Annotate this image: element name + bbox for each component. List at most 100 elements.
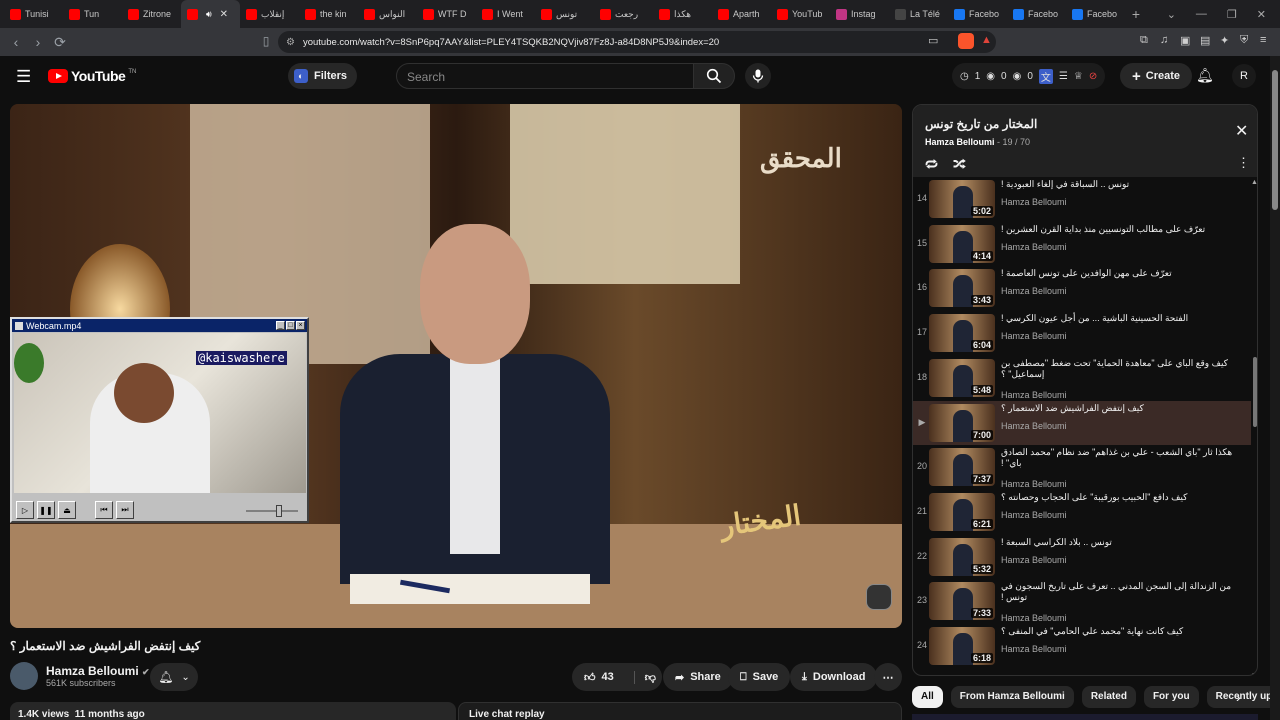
playlist-item[interactable]: 14 5:02 تونس .. السباقة في إلغاء العبودية … [913, 177, 1251, 221]
browser-tab[interactable]: Instag [830, 0, 889, 28]
playlist-item-title[interactable]: كيف وقع الباي على "معاهدة الحماية" تحت ض… [1001, 358, 1241, 380]
hamburger-menu-icon[interactable]: ☰ [16, 67, 31, 87]
live-chat-replay[interactable]: Live chat replay [458, 702, 902, 720]
leo-icon[interactable]: ✦ [1220, 34, 1229, 47]
browser-tab[interactable]: Tun [63, 0, 122, 28]
browser-tab[interactable]: تونس [535, 0, 594, 28]
filter-chip[interactable]: Related [1081, 686, 1136, 708]
tab-search-icon[interactable]: ⌄ [1167, 8, 1176, 21]
playlist-item[interactable]: 18 5:48 كيف وقع الباي على "معاهدة الحماية"… [913, 356, 1251, 400]
filter-chip[interactable]: For you [1143, 686, 1199, 708]
browser-tab[interactable]: Aparth [712, 0, 771, 28]
eject-icon[interactable]: ⏏ [58, 501, 76, 519]
playlist-item-thumbnail[interactable]: 5:32 [929, 537, 995, 576]
extensions-icon[interactable]: ⧉ [1140, 34, 1148, 47]
wallet-icon[interactable]: ▤ [1200, 34, 1210, 47]
browser-tab[interactable]: Tunisi [4, 0, 63, 28]
shuffle-icon[interactable]: 🔀︎ [953, 155, 966, 174]
create-button[interactable]: + Create [1120, 63, 1193, 89]
voice-search-button[interactable] [745, 63, 771, 89]
playlist-item-thumbnail[interactable]: 6:04 [929, 314, 995, 353]
browser-menu-icon[interactable]: ≡ [1260, 34, 1266, 46]
vpn-icon[interactable]: ⛨ [1240, 34, 1248, 47]
playlist-item-thumbnail[interactable]: 7:00 [929, 403, 995, 442]
browser-tab[interactable]: 🔊︎ ✕ [181, 0, 240, 28]
playlist-item-thumbnail[interactable]: 5:48 [929, 358, 995, 397]
brave-shield-icon[interactable] [958, 33, 974, 49]
minimize-window-icon[interactable]: — [1196, 8, 1207, 21]
channel-info[interactable]: Hamza Belloumi ✔ 561K subscribers [10, 662, 150, 690]
url-bar[interactable]: ⚙ youtube.com/watch?v=8SnP6pq7AAY&list=P… [278, 31, 996, 53]
account-avatar[interactable]: R [1232, 64, 1256, 88]
playlist-item-title[interactable]: الفتحة الحسينية الباشية ... من أجل عيون … [1001, 313, 1241, 324]
playlist-item-thumbnail[interactable]: 4:14 [929, 224, 995, 263]
browser-tab[interactable]: رجعت [594, 0, 653, 28]
playlist-item-thumbnail[interactable]: 6:21 [929, 492, 995, 531]
youtube-logo[interactable]: YouTube TN [48, 68, 136, 84]
channel-name[interactable]: Hamza Belloumi ✔ [46, 664, 150, 678]
playlist-scrollbar[interactable]: ▲ ▼ [1251, 177, 1257, 675]
new-tab-button[interactable]: + [1125, 6, 1147, 22]
browser-tab[interactable]: La Télé [889, 0, 948, 28]
browser-tab[interactable]: Facebo [1007, 0, 1066, 28]
browser-tab[interactable]: WTF D [417, 0, 476, 28]
volume-slider-thumb[interactable] [276, 505, 282, 517]
chevron-right-icon[interactable]: › [1236, 689, 1241, 705]
save-button[interactable]: ⎕ Save [728, 663, 791, 691]
restore-window-icon[interactable]: ❐ [1227, 8, 1237, 21]
notifications-bell-icon[interactable]: 🔔︎ [1196, 67, 1214, 84]
playlist-item-title[interactable]: كيف دافع "الحبيب بورقيبة" على الحجاب وحص… [1001, 492, 1241, 503]
more-actions-button[interactable]: ⋯ [874, 663, 902, 691]
filter-chip[interactable]: Recently up [1206, 686, 1280, 708]
playlist-more-icon[interactable]: ⋮ [1237, 155, 1250, 171]
scroll-up-icon[interactable]: ▲ [1251, 179, 1257, 186]
pause-icon[interactable]: ❚❚ [37, 501, 55, 519]
bookmark-icon[interactable]: ▯ [256, 34, 276, 48]
close-icon[interactable]: × [296, 321, 305, 330]
browser-tab[interactable]: YouTub [771, 0, 830, 28]
browser-tab[interactable]: النواس [358, 0, 417, 28]
close-icon[interactable]: ✕ [1235, 121, 1248, 141]
filter-chip[interactable]: From Hamza Belloumi [950, 686, 1074, 708]
close-window-icon[interactable]: ✕ [1257, 8, 1266, 21]
playlist-scroll-thumb[interactable] [1253, 357, 1257, 427]
extension-stats[interactable]: ◷ 1 ◉ 0 ◉ 0 文 ☰ ♕ ⊘ [952, 63, 1106, 89]
playlist-item-thumbnail[interactable]: 3:43 [929, 269, 995, 308]
scroll-down-icon[interactable]: ▼ [1251, 672, 1257, 675]
playlist-item-title[interactable]: من الزندالة إلى السجن المدني .. تعرف على… [1001, 581, 1241, 603]
playlist-item-title[interactable]: تعرّف على مطالب التونسيين منذ بداية القر… [1001, 224, 1241, 235]
play-icon[interactable]: ▷ [16, 501, 34, 519]
subscription-bell-button[interactable]: 🔔︎ ⌄ [150, 663, 198, 691]
browser-tab[interactable]: إنقلاب [240, 0, 299, 28]
channel-avatar[interactable] [10, 662, 38, 690]
dislike-button[interactable]: 👎︎ [633, 670, 656, 684]
playlist-title[interactable]: المختار من تاريخ تونس [925, 117, 1037, 131]
media-icon[interactable]: ♫ [1160, 34, 1168, 46]
brave-rewards-icon[interactable]: ▲ [981, 34, 992, 46]
loop-icon[interactable]: 🔁︎ [925, 155, 938, 174]
filters-button[interactable]: ◐ Filters [288, 63, 358, 89]
playlist-item-title[interactable]: تعرّف على مهن الوافدين على تونس العاصمة … [1001, 268, 1241, 279]
playlist-item-thumbnail[interactable]: 6:18 [929, 627, 995, 665]
video-description-box[interactable]: 1.4K views 11 months ago [10, 702, 456, 720]
back-icon[interactable]: ‹ [6, 34, 26, 50]
browser-tab[interactable]: I Went [476, 0, 535, 28]
next-icon[interactable]: ⏭ [116, 501, 134, 519]
playlist-item-thumbnail[interactable]: 7:33 [929, 582, 995, 621]
browser-tab[interactable]: Zitrone [122, 0, 181, 28]
search-input[interactable]: Search [396, 63, 694, 89]
playlist-item-title[interactable]: تونس .. السباقة في إلغاء العبودية ! [1001, 179, 1241, 190]
playlist-item-title[interactable]: هكذا ثار "باي الشعب - علي بن غذاهم" ضد ن… [1001, 447, 1241, 469]
browser-tab[interactable]: the kin [299, 0, 358, 28]
playlist-item-thumbnail[interactable]: 5:02 [929, 180, 995, 218]
playlist-item[interactable]: 17 6:04 الفتحة الحسينية الباشية ... من أجل… [913, 311, 1251, 355]
share-button[interactable]: ➦ Share [663, 663, 733, 691]
playlist-item[interactable]: 20 7:37 هكذا ثار "باي الشعب - علي بن غذاهم… [913, 445, 1251, 489]
playlist-item[interactable]: ▶ 7:00 كيف إنتفض الفراشيش ضد الاستعمار ؟ Ha… [913, 400, 1251, 445]
like-button[interactable]: 👍︎ 43 👎︎ [572, 663, 662, 691]
search-button[interactable] [693, 63, 735, 89]
filter-chip[interactable]: All [912, 686, 943, 708]
browser-tab[interactable]: هكذا [653, 0, 712, 28]
forward-icon[interactable]: › [28, 34, 48, 50]
volume-slider[interactable] [246, 510, 298, 512]
